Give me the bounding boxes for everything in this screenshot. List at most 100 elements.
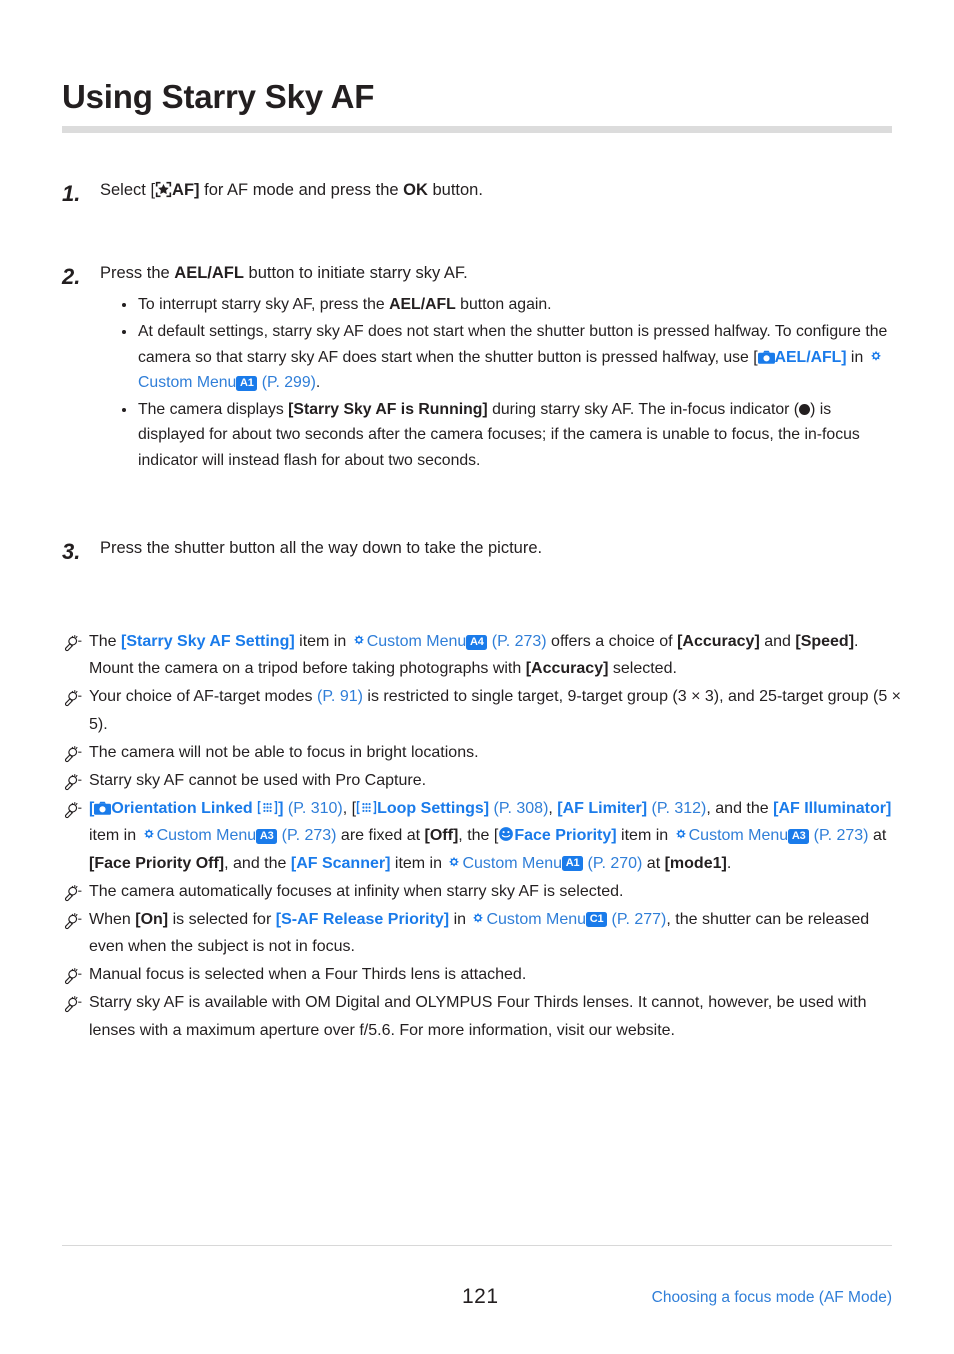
bullet-default-settings: At default settings, starry sky AF does … [122,319,902,396]
page-ref-273[interactable]: (P. 273) [282,827,337,844]
page-ref-312[interactable]: (P. 312) [652,800,707,817]
face-priority-link[interactable]: Face Priority] [514,827,616,844]
note-pro-capture: Starry sky AF cannot be used with Pro Ca… [62,767,907,794]
menu-badge-c1: C1 [586,912,608,928]
tip-lightbulb-icon [62,688,83,707]
step-1-text: Select [AF] for AF mode and press the OK… [100,178,902,203]
menu-badge-a1: A1 [562,856,584,871]
note-part-9: at [868,827,887,845]
step-body: Select [AF] for AF mode and press the OK… [100,178,902,203]
ael-afl-link[interactable]: AEL/AFL] [775,349,847,366]
bullet-part-2: button again. [455,296,552,314]
mode1-label: [mode1] [664,854,727,872]
custom-menu-link[interactable]: Custom Menu [486,911,586,928]
camera-icon [94,801,112,815]
custom-menu-link[interactable]: Custom Menu [138,374,236,391]
custom-menu-link[interactable]: Custom Menu [689,827,789,844]
note-text: Manual focus is selected when a Four Thi… [89,966,527,984]
menu-badge-a3: A3 [256,828,278,844]
page-ref-273-2[interactable]: (P. 273) [814,827,869,844]
note-part-6: selected. [608,660,677,678]
page-ref-270[interactable]: (P. 270) [588,855,643,872]
note-text: Starry sky AF is available with OM Digit… [89,994,867,1039]
starry-sky-running-label: [Starry Sky AF is Running] [288,400,488,418]
page-footer: 121 Choosing a focus mode (AF Mode) [62,1285,892,1315]
step-1-part-3: for AF mode and press the [199,181,404,199]
bullet-part-2: during starry sky AF. The in-focus indic… [487,400,800,418]
tip-lightbulb-icon [62,966,83,985]
page-ref-308[interactable]: (P. 308) [494,800,549,817]
note-part-10: , and the [224,854,291,872]
bullet-interrupt: To interrupt starry sky AF, press the AE… [122,292,902,318]
note-part-2: is selected for [168,910,276,928]
step-2-part-2: button to initiate starry sky AF. [243,263,468,282]
gear-icon [351,632,367,648]
bullet-part-3: . [315,374,321,392]
steps-list: 1. Select [AF] for AF mode and press the… [62,178,902,573]
menu-badge-a3-2: A3 [788,828,810,844]
page-ref[interactable]: (P. 273) [492,633,547,650]
note-bright-locations: The camera will not be able to focus in … [62,739,907,766]
af-illuminator-link[interactable]: [AF Illuminator] [773,800,891,817]
af-limiter-link[interactable]: [AF Limiter] [557,800,647,817]
note-lens-compatibility: Starry sky AF is available with OM Digit… [62,989,907,1043]
bullet-running-display: The camera displays [Starry Sky AF is Ru… [122,397,902,474]
af-target-grid-icon [257,800,278,815]
note-part-5: item in [89,827,141,845]
note-part-2: , [ [342,800,357,818]
note-part-12: at [642,854,665,872]
step-3-text: Press the shutter button all the way dow… [100,539,543,558]
note-part-3: , [548,800,558,818]
step-1-part-2: AF] [172,181,200,199]
note-part-11: item in [390,854,447,872]
page-ref-277[interactable]: (P. 277) [612,911,667,928]
step-number: 3. [62,539,81,565]
starry-sky-af-setting-link[interactable]: [Starry Sky AF Setting] [121,633,295,650]
step-number: 2. [62,263,81,289]
page-title: Using Starry Sky AF [62,78,375,115]
on-label: [On] [135,910,169,928]
step-3: 3. Press the shutter button all the way … [62,536,902,567]
page-ref[interactable]: (P. 299) [262,374,316,391]
note-starry-sky-af-setting: The [Starry Sky AF Setting] item in Cust… [62,628,907,682]
custom-menu-link[interactable]: Custom Menu [367,633,467,650]
note-part-6: are fixed at [336,827,425,845]
gear-icon [673,826,689,842]
face-priority-icon [498,826,514,842]
s-af-release-priority-link[interactable]: [S-AF Release Priority] [276,911,449,928]
step-1-part-4: button. [427,181,483,199]
gear-icon [470,910,486,926]
note-part-4: , and the [706,800,774,818]
camera-icon [757,350,775,364]
custom-menu-link[interactable]: Custom Menu [462,855,562,872]
af-scanner-link[interactable]: [AF Scanner] [291,855,391,872]
tip-lightbulb-icon [62,800,83,819]
note-part-3: offers a choice of [546,633,678,650]
menu-badge-a1: A1 [236,375,258,391]
note-text: The camera will not be able to focus in … [89,743,479,761]
speed-label: [Speed] [795,633,855,650]
orientation-linked-link[interactable]: Orientation Linked [111,800,252,817]
af-target-grid-icon [356,800,377,815]
loop-settings-link[interactable]: Loop Settings] [377,800,489,817]
gear-icon [141,826,157,842]
step-number: 1. [62,181,81,206]
page-ref[interactable]: (P. 91) [317,688,363,705]
page-ref-310[interactable]: (P. 310) [288,800,343,817]
custom-menu-link[interactable]: Custom Menu [157,827,257,844]
step-2-text: Press the AEL/AFL button to initiate sta… [100,261,902,286]
title-divider [62,125,892,133]
page-number: 121 [462,1285,499,1308]
footer-section-link[interactable]: Choosing a focus mode (AF Mode) [652,1289,892,1307]
footer-divider [62,1245,892,1246]
note-part-4: and [759,633,796,650]
step-2-bullets: To interrupt starry sky AF, press the AE… [100,292,902,473]
step-body: Press the AEL/AFL button to initiate sta… [100,261,902,475]
step-2: 2. Press the AEL/AFL button to initiate … [62,261,902,475]
ael-afl-button-label: AEL/AFL [174,263,244,282]
page-header: Using Starry Sky AF [62,78,892,133]
tip-lightbulb-icon [62,744,83,763]
note-part-8: item in [616,827,673,845]
